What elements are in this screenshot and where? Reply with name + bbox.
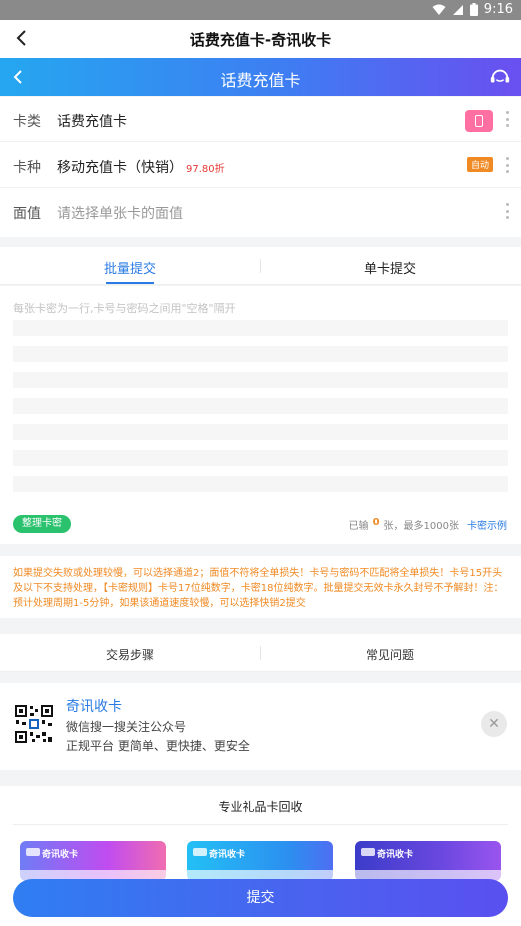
status-bar: 9:16 [0, 0, 521, 20]
phone-card-icon [465, 110, 493, 132]
promo-line2: 正规平台 更简单、更快捷、更安全 [66, 739, 250, 753]
discount-rate: 97.80折 [186, 164, 225, 175]
more-icon[interactable] [505, 111, 509, 127]
info-tabs: 交易步骤 常见问题 [0, 634, 521, 672]
tab-single-submit[interactable]: 单卡提交 [290, 258, 490, 277]
submit-mode-tabs: 批量提交 单卡提交 [0, 247, 521, 285]
card-type-value: 话费充值卡 [57, 114, 127, 130]
battery-icon [469, 3, 478, 16]
face-value-label: 面值 [13, 206, 41, 222]
counter-suffix: 张，最多1000张 [383, 521, 459, 532]
editor-line [13, 320, 508, 336]
gift-section-heading: 专业礼品卡回收 [218, 800, 303, 814]
wifi-icon [432, 4, 446, 15]
logo-icon [193, 848, 207, 856]
editor-line [13, 424, 508, 440]
app-bar: 话费充值卡-奇讯收卡 [0, 20, 521, 58]
promo-line1: 微信搜一搜关注公众号 [66, 720, 187, 734]
submit-bar: 提交 [0, 870, 521, 926]
card-type-row[interactable]: 卡类 话费充值卡 [0, 97, 521, 142]
notice-text: 如果提交失败或处理较慢，可以选择通道2；面值不符将全单损失！卡号与密码不匹配将全… [0, 556, 521, 618]
editor-line [13, 476, 508, 492]
card-kind-row[interactable]: 卡种 移动充值卡（快销） 97.80折 自动 [0, 143, 521, 188]
submit-button[interactable]: 提交 [13, 879, 508, 917]
signal-icon [452, 4, 463, 15]
tab-faq[interactable]: 常见问题 [290, 646, 490, 663]
tidy-cards-button[interactable]: 整理卡密 [13, 515, 71, 533]
divider [13, 824, 508, 825]
card-secret-placeholder: 每张卡密为一行,卡号与密码之间用"空格"隔开 [13, 302, 236, 315]
logo-icon [361, 848, 375, 856]
tab-divider [260, 646, 261, 660]
card-kind-label: 卡种 [13, 160, 41, 176]
qr-code-icon [14, 704, 54, 744]
logo-icon [26, 848, 40, 856]
auto-badge: 自动 [466, 157, 493, 172]
card-secret-input[interactable]: 每张卡密为一行,卡号与密码之间用"空格"隔开 [0, 286, 521, 506]
banner: 话费充值卡 [0, 58, 521, 96]
gift-card-title: 奇讯收卡 [377, 850, 414, 860]
close-icon[interactable]: ✕ [481, 711, 507, 737]
status-time: 9:16 [483, 2, 513, 17]
page-title: 话费充值卡-奇讯收卡 [189, 31, 332, 49]
gift-card-title: 奇讯收卡 [42, 850, 79, 860]
more-icon[interactable] [505, 203, 509, 219]
wechat-promo: 奇讯收卡 微信搜一搜关注公众号 正规平台 更简单、更快捷、更安全 ✕ [0, 683, 521, 770]
editor-line [13, 372, 508, 388]
gift-card-title: 奇讯收卡 [209, 850, 246, 860]
banner-title: 话费充值卡 [220, 71, 301, 90]
card-type-label: 卡类 [13, 114, 41, 130]
customer-service-icon[interactable] [489, 66, 511, 88]
editor-line [13, 450, 508, 466]
card-form: 卡类 话费充值卡 卡种 移动充值卡（快销） 97.80折 自动 面值 请选择单张… [0, 97, 521, 237]
card-example-link[interactable]: 卡密示例 [467, 517, 507, 532]
editor-line [13, 398, 508, 414]
editor-toolbar: 整理卡密 已输 0 张，最多1000张 卡密示例 [0, 506, 521, 544]
face-value-row[interactable]: 面值 请选择单张卡的面值 [0, 189, 521, 234]
card-kind-value: 移动充值卡（快销） [57, 160, 183, 176]
tab-batch-submit[interactable]: 批量提交 [30, 258, 230, 284]
tab-divider [260, 259, 261, 273]
counter-value: 0 [372, 517, 380, 528]
tab-trade-steps[interactable]: 交易步骤 [30, 646, 230, 663]
counter-prefix: 已输 [348, 521, 369, 532]
promo-name: 奇讯收卡 [66, 699, 122, 715]
more-icon[interactable] [505, 157, 509, 173]
card-counter: 已输 0 张，最多1000张 卡密示例 [349, 517, 507, 532]
face-value-placeholder: 请选择单张卡的面值 [57, 206, 183, 222]
editor-line [13, 346, 508, 362]
